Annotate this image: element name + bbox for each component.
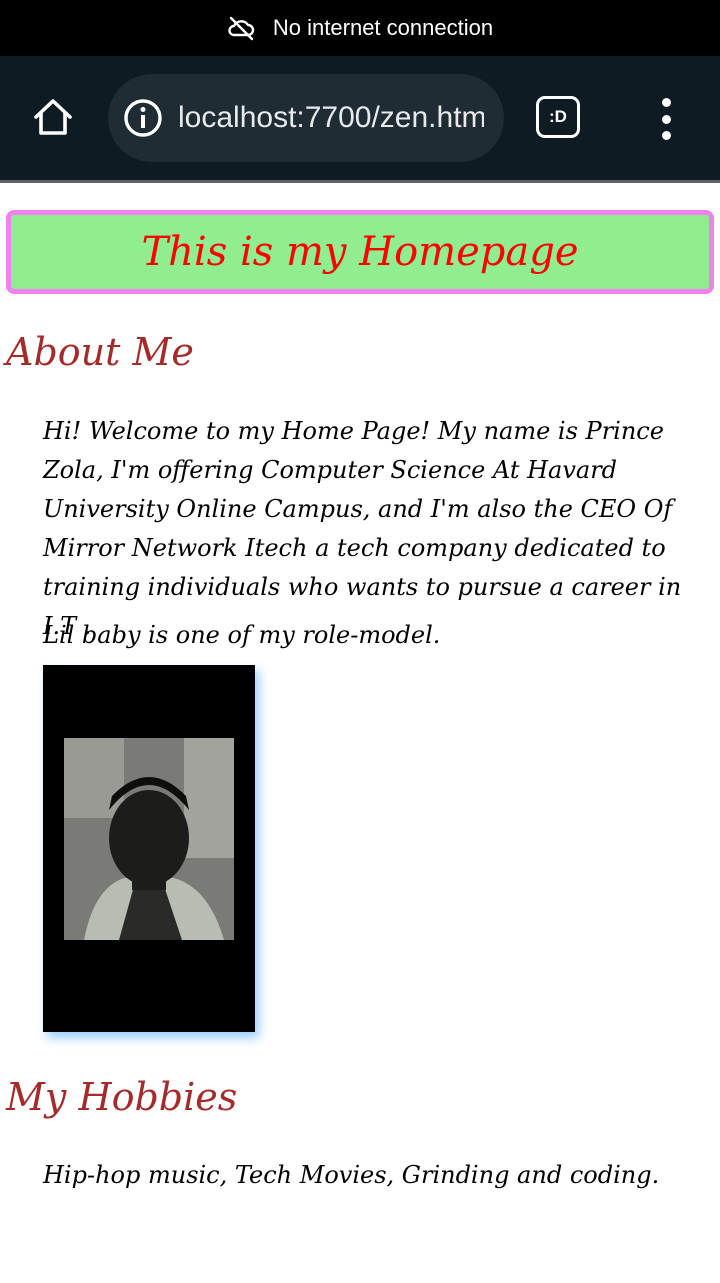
- info-icon[interactable]: [122, 97, 164, 139]
- status-text: No internet connection: [272, 15, 494, 40]
- browser-toolbar: localhost:7700/zen.html :D: [0, 56, 720, 180]
- about-paragraph: Hi! Welcome to my Home Page! My name is …: [43, 417, 682, 640]
- tab-switcher-button[interactable]: :D: [536, 96, 580, 138]
- homepage-banner: This is my Homepage: [6, 210, 714, 294]
- menu-dot: [661, 114, 671, 124]
- url-text[interactable]: localhost:7700/zen.html: [178, 101, 484, 135]
- hobbies-heading: My Hobbies: [6, 1075, 238, 1119]
- role-model-text: Lil baby is one of my role-model.: [43, 621, 441, 649]
- menu-dot: [661, 98, 671, 107]
- profile-photo: [64, 738, 234, 940]
- page-title: This is my Homepage: [141, 229, 579, 275]
- about-heading: About Me: [6, 330, 194, 374]
- menu-dot: [661, 131, 671, 140]
- status-bar: No internet connection: [0, 0, 720, 56]
- address-bar[interactable]: localhost:7700/zen.html: [108, 74, 504, 162]
- cloud-off-icon: [227, 14, 255, 42]
- home-icon: [31, 95, 75, 143]
- home-button[interactable]: [28, 94, 78, 144]
- toolbar-divider: [0, 180, 720, 183]
- profile-photo-frame: [43, 665, 255, 1032]
- more-vert-icon[interactable]: [648, 94, 684, 144]
- hobbies-text: Hip-hop music, Tech Movies, Grinding and…: [43, 1161, 660, 1189]
